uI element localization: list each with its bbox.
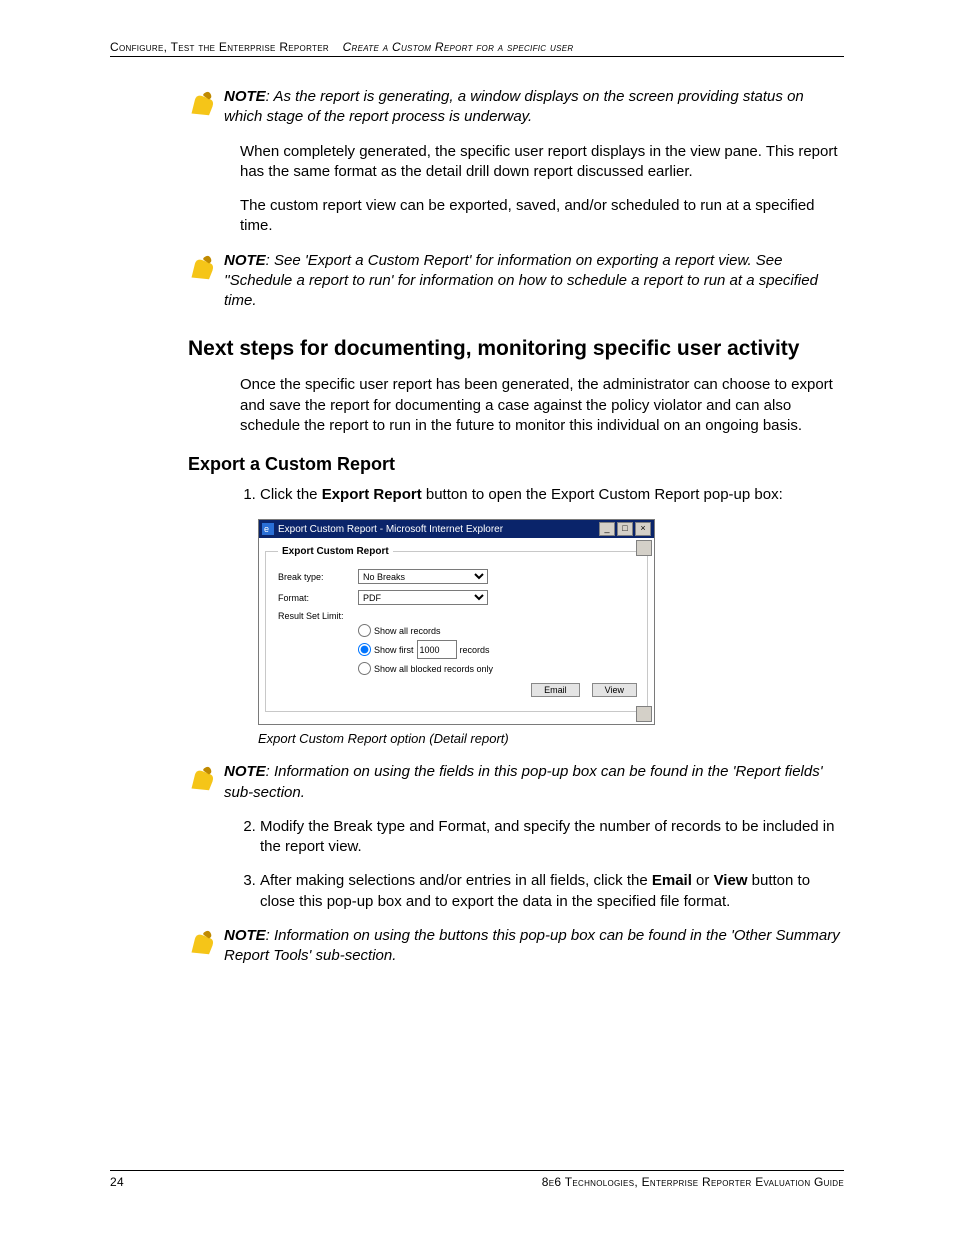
header-section-2: Create a Custom Report for a specific us… xyxy=(343,40,574,54)
step-3-bold-1: Email xyxy=(652,872,692,889)
radio-show-blocked[interactable]: Show all blocked records only xyxy=(358,662,637,675)
radio-show-blocked-label: Show all blocked records only xyxy=(374,664,493,674)
step-3: After making selections and/or entries i… xyxy=(260,871,844,912)
popup-title: Export Custom Report - Microsoft Interne… xyxy=(278,524,503,535)
body-para-1: When completely generated, the specific … xyxy=(240,142,844,183)
radio-show-first-label-b: records xyxy=(460,645,490,655)
body-para-2: The custom report view can be exported, … xyxy=(240,196,844,237)
radio-show-all-label: Show all records xyxy=(374,626,441,636)
note-icon xyxy=(188,764,218,796)
radio-show-first-label-a: Show first xyxy=(374,645,414,655)
step-1-bold: Export Report xyxy=(322,486,422,503)
note-icon xyxy=(188,253,218,285)
step-3-bold-2: View xyxy=(714,872,748,889)
radio-show-blocked-input[interactable] xyxy=(358,662,371,675)
note-icon xyxy=(188,928,218,960)
footer-text: 8e6 Technologies, Enterprise Reporter Ev… xyxy=(542,1175,844,1189)
heading-next-steps: Next steps for documenting, monitoring s… xyxy=(188,337,844,361)
select-break-type[interactable]: No Breaks xyxy=(358,569,488,584)
note-1: NOTE: As the report is generating, a win… xyxy=(224,87,844,128)
step-1-pre: Click the xyxy=(260,486,322,503)
radio-show-all-input[interactable] xyxy=(358,624,371,637)
radio-show-first[interactable]: Show first records xyxy=(358,640,637,659)
note-2: NOTE: See 'Export a Custom Report' for i… xyxy=(224,251,844,312)
body-para-3: Once the specific user report has been g… xyxy=(240,375,844,436)
running-header: Configure, Test the Enterprise Reporter … xyxy=(110,40,844,57)
email-button[interactable]: Email xyxy=(531,683,580,697)
svg-text:e: e xyxy=(264,524,269,534)
input-show-first-count[interactable] xyxy=(417,640,457,659)
export-custom-report-popup: e Export Custom Report - Microsoft Inter… xyxy=(258,519,655,725)
note-icon xyxy=(188,89,218,121)
select-format[interactable]: PDF xyxy=(358,590,488,605)
maximize-button[interactable]: □ xyxy=(617,522,633,536)
radio-show-first-input[interactable] xyxy=(358,643,371,656)
note-4: NOTE: Information on using the buttons t… xyxy=(224,926,844,967)
close-button[interactable]: × xyxy=(635,522,651,536)
note-3: NOTE: Information on using the fields in… xyxy=(224,762,844,803)
popup-titlebar: e Export Custom Report - Microsoft Inter… xyxy=(259,520,654,538)
ie-icon: e xyxy=(262,523,274,535)
scroll-down-icon[interactable] xyxy=(636,706,652,722)
label-result-limit: Result Set Limit: xyxy=(278,611,358,621)
step-1-post: button to open the Export Custom Report … xyxy=(422,486,783,503)
label-format: Format: xyxy=(278,593,358,603)
view-button[interactable]: View xyxy=(592,683,637,697)
heading-export: Export a Custom Report xyxy=(188,454,844,475)
label-break-type: Break type: xyxy=(278,572,358,582)
scroll-up-icon[interactable] xyxy=(636,540,652,556)
popup-caption: Export Custom Report option (Detail repo… xyxy=(258,731,844,746)
header-section-1: Configure, Test the Enterprise Reporter xyxy=(110,40,329,54)
step-1: Click the Export Report button to open t… xyxy=(260,485,844,505)
step-3-pre: After making selections and/or entries i… xyxy=(260,872,652,889)
step-2: Modify the Break type and Format, and sp… xyxy=(260,817,844,858)
radio-show-all[interactable]: Show all records xyxy=(358,624,637,637)
page-number: 24 xyxy=(110,1175,124,1189)
step-3-mid: or xyxy=(692,872,714,889)
minimize-button[interactable]: _ xyxy=(599,522,615,536)
popup-legend: Export Custom Report xyxy=(278,546,393,557)
